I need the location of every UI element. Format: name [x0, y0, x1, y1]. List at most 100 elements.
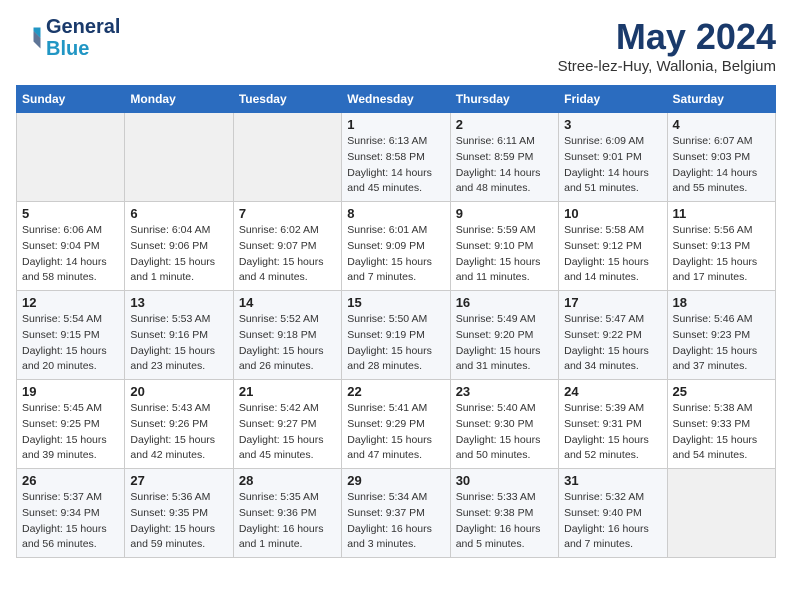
daylight-text: Daylight: 15 hours and 39 minutes.	[22, 433, 119, 465]
sunrise-text: Sunrise: 5:32 AM	[564, 490, 661, 506]
table-row: 27Sunrise: 5:36 AMSunset: 9:35 PMDayligh…	[125, 469, 233, 558]
daylight-text: Daylight: 15 hours and 34 minutes.	[564, 344, 661, 376]
sunrise-text: Sunrise: 5:41 AM	[347, 401, 444, 417]
sunset-text: Sunset: 9:01 PM	[564, 150, 661, 166]
sunrise-text: Sunrise: 5:50 AM	[347, 312, 444, 328]
sunrise-text: Sunrise: 5:39 AM	[564, 401, 661, 417]
day-number: 11	[673, 206, 770, 221]
day-number: 24	[564, 384, 661, 399]
day-info: Sunrise: 6:07 AMSunset: 9:03 PMDaylight:…	[673, 134, 770, 197]
day-number: 18	[673, 295, 770, 310]
day-info: Sunrise: 5:41 AMSunset: 9:29 PMDaylight:…	[347, 401, 444, 464]
day-number: 5	[22, 206, 119, 221]
table-row: 18 Sunrise: 5:46 AMSunset: 9:23 PMDayligh…	[667, 291, 775, 380]
sunset-text: Sunset: 8:58 PM	[347, 150, 444, 166]
title-section: May 2024 Stree-lez-Huy, Wallonia, Belgiu…	[558, 16, 776, 75]
day-info: Sunrise: 5:47 AMSunset: 9:22 PMDaylight:…	[564, 312, 661, 375]
daylight-text: Daylight: 16 hours and 7 minutes.	[564, 522, 661, 554]
day-info: Sunrise: 6:01 AMSunset: 9:09 PMDaylight:…	[347, 223, 444, 286]
day-info: Sunrise: 5:53 AMSunset: 9:16 PMDaylight:…	[130, 312, 227, 375]
day-number: 12	[22, 295, 119, 310]
sunset-text: Sunset: 9:37 PM	[347, 506, 444, 522]
daylight-text: Daylight: 15 hours and 37 minutes.	[673, 344, 770, 376]
sunset-text: Sunset: 9:20 PM	[456, 328, 553, 344]
day-number: 13	[130, 295, 227, 310]
sunset-text: Sunset: 9:07 PM	[239, 239, 336, 255]
sunrise-text: Sunrise: 6:01 AM	[347, 223, 444, 239]
day-info: Sunrise: 5:32 AMSunset: 9:40 PMDaylight:…	[564, 490, 661, 553]
sunset-text: Sunset: 9:23 PM	[673, 328, 770, 344]
day-info: Sunrise: 6:11 AMSunset: 8:59 PMDaylight:…	[456, 134, 553, 197]
calendar-table: Sunday Monday Tuesday Wednesday Thursday…	[16, 85, 776, 558]
sunset-text: Sunset: 8:59 PM	[456, 150, 553, 166]
day-info: Sunrise: 5:39 AMSunset: 9:31 PMDaylight:…	[564, 401, 661, 464]
day-number: 1	[347, 117, 444, 132]
day-info: Sunrise: 6:04 AMSunset: 9:06 PMDaylight:…	[130, 223, 227, 286]
table-row: 13 Sunrise: 5:53 AMSunset: 9:16 PMDayligh…	[125, 291, 233, 380]
logo: General Blue	[16, 16, 120, 60]
sunrise-text: Sunrise: 5:43 AM	[130, 401, 227, 417]
table-row: 24 Sunrise: 5:39 AMSunset: 9:31 PMDayligh…	[559, 380, 667, 469]
sunset-text: Sunset: 9:38 PM	[456, 506, 553, 522]
calendar-week-row: 12Sunrise: 5:54 AMSunset: 9:15 PMDayligh…	[17, 291, 776, 380]
day-info: Sunrise: 5:46 AMSunset: 9:23 PMDaylight:…	[673, 312, 770, 375]
col-tuesday: Tuesday	[233, 86, 341, 113]
daylight-text: Daylight: 15 hours and 17 minutes.	[673, 255, 770, 287]
day-info: Sunrise: 5:38 AMSunset: 9:33 PMDaylight:…	[673, 401, 770, 464]
daylight-text: Daylight: 15 hours and 47 minutes.	[347, 433, 444, 465]
daylight-text: Daylight: 15 hours and 11 minutes.	[456, 255, 553, 287]
sunset-text: Sunset: 9:04 PM	[22, 239, 119, 255]
sunset-text: Sunset: 9:06 PM	[130, 239, 227, 255]
day-number: 3	[564, 117, 661, 132]
col-wednesday: Wednesday	[342, 86, 450, 113]
table-row: 31Sunrise: 5:32 AMSunset: 9:40 PMDayligh…	[559, 469, 667, 558]
table-row: 7Sunrise: 6:02 AMSunset: 9:07 PMDaylight…	[233, 202, 341, 291]
day-info: Sunrise: 6:13 AMSunset: 8:58 PMDaylight:…	[347, 134, 444, 197]
daylight-text: Daylight: 15 hours and 7 minutes.	[347, 255, 444, 287]
table-row: 28 Sunrise: 5:35 AMSunset: 9:36 PMDayligh…	[233, 469, 341, 558]
table-row: 21 Sunrise: 5:42 AMSunset: 9:27 PMDayligh…	[233, 380, 341, 469]
table-row: 22Sunrise: 5:41 AMSunset: 9:29 PMDayligh…	[342, 380, 450, 469]
table-row: 8Sunrise: 6:01 AMSunset: 9:09 PMDaylight…	[342, 202, 450, 291]
sunrise-text: Sunrise: 5:56 AM	[673, 223, 770, 239]
sunrise-text: Sunrise: 5:42 AM	[239, 401, 336, 417]
sunset-text: Sunset: 9:15 PM	[22, 328, 119, 344]
table-row: 5Sunrise: 6:06 AMSunset: 9:04 PMDaylight…	[17, 202, 125, 291]
day-number: 25	[673, 384, 770, 399]
sunrise-text: Sunrise: 6:06 AM	[22, 223, 119, 239]
sunset-text: Sunset: 9:12 PM	[564, 239, 661, 255]
sunset-text: Sunset: 9:33 PM	[673, 417, 770, 433]
day-number: 21	[239, 384, 336, 399]
sunset-text: Sunset: 9:27 PM	[239, 417, 336, 433]
sunrise-text: Sunrise: 5:58 AM	[564, 223, 661, 239]
day-number: 20	[130, 384, 227, 399]
month-year-title: May 2024	[558, 16, 776, 58]
daylight-text: Daylight: 14 hours and 45 minutes.	[347, 166, 444, 198]
table-row: 1 Sunrise: 6:13 AMSunset: 8:58 PMDaylight…	[342, 113, 450, 202]
sunrise-text: Sunrise: 5:49 AM	[456, 312, 553, 328]
sunrise-text: Sunrise: 5:38 AM	[673, 401, 770, 417]
location-subtitle: Stree-lez-Huy, Wallonia, Belgium	[558, 58, 776, 75]
day-number: 9	[456, 206, 553, 221]
day-info: Sunrise: 5:50 AMSunset: 9:19 PMDaylight:…	[347, 312, 444, 375]
sunrise-text: Sunrise: 5:52 AM	[239, 312, 336, 328]
day-number: 2	[456, 117, 553, 132]
sunrise-text: Sunrise: 5:46 AM	[673, 312, 770, 328]
sunrise-text: Sunrise: 5:45 AM	[22, 401, 119, 417]
sunset-text: Sunset: 9:10 PM	[456, 239, 553, 255]
calendar-week-row: 1 Sunrise: 6:13 AMSunset: 8:58 PMDaylight…	[17, 113, 776, 202]
col-saturday: Saturday	[667, 86, 775, 113]
day-info: Sunrise: 5:42 AMSunset: 9:27 PMDaylight:…	[239, 401, 336, 464]
calendar-week-row: 26Sunrise: 5:37 AMSunset: 9:34 PMDayligh…	[17, 469, 776, 558]
col-thursday: Thursday	[450, 86, 558, 113]
table-row: 11Sunrise: 5:56 AMSunset: 9:13 PMDayligh…	[667, 202, 775, 291]
day-info: Sunrise: 5:33 AMSunset: 9:38 PMDaylight:…	[456, 490, 553, 553]
table-row	[125, 113, 233, 202]
day-number: 6	[130, 206, 227, 221]
day-info: Sunrise: 5:52 AMSunset: 9:18 PMDaylight:…	[239, 312, 336, 375]
sunset-text: Sunset: 9:19 PM	[347, 328, 444, 344]
daylight-text: Daylight: 15 hours and 54 minutes.	[673, 433, 770, 465]
day-number: 28	[239, 473, 336, 488]
day-info: Sunrise: 5:35 AMSunset: 9:36 PMDaylight:…	[239, 490, 336, 553]
calendar-week-row: 5 Sunrise: 6:06 AMSunset: 9:04 PM Daylight…	[17, 202, 776, 291]
